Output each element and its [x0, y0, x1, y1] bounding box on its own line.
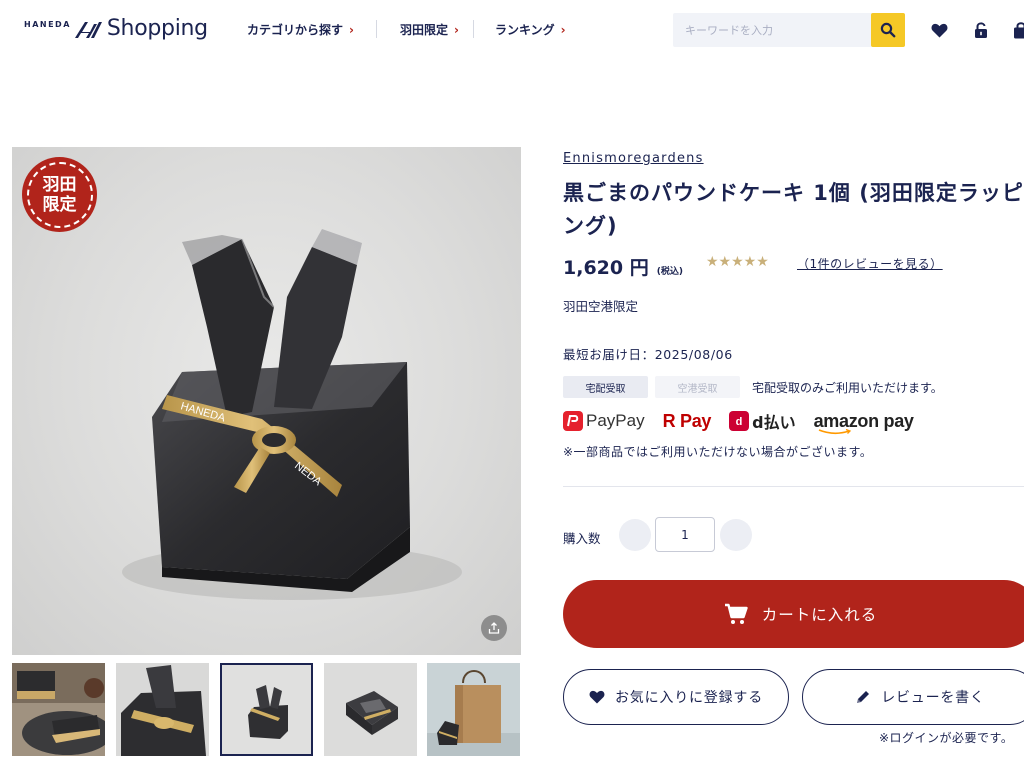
home-delivery-tag: 宅配受取: [563, 376, 648, 398]
review-link[interactable]: （1件のレビューを見る）: [797, 255, 943, 272]
d-barai-label: d払い: [752, 413, 796, 432]
nav-divider: [473, 20, 474, 38]
thumbnail-1[interactable]: [12, 663, 105, 756]
delivery-note: 宅配受取のみご利用いただけます。: [752, 381, 943, 395]
nav-category[interactable]: カテゴリから探す ›: [247, 21, 354, 38]
amazon-smile-icon: [818, 428, 851, 434]
search-icon: [880, 22, 896, 38]
wrapped-package-photo-icon: [220, 663, 313, 756]
chevron-right-icon: ›: [454, 22, 459, 37]
search-box: [673, 13, 905, 47]
search-input[interactable]: [673, 13, 869, 47]
chevron-right-icon: ›: [349, 22, 354, 37]
share-icon: [488, 622, 500, 634]
share-button[interactable]: [481, 615, 507, 641]
brand-link[interactable]: Ennismoregardens: [563, 151, 704, 166]
favorites-button[interactable]: [928, 19, 950, 41]
thumbnail-3[interactable]: [220, 663, 313, 756]
payment-note: ※一部商品ではご利用いただけない場合がございます。: [563, 445, 873, 459]
heart-icon: [931, 23, 947, 37]
search-button[interactable]: [871, 13, 905, 47]
payment-methods: PayPay R Pay d d払い amazon pay: [563, 408, 932, 434]
logo-haneda-text: HANEDA: [24, 20, 71, 29]
badge-text: 羽田限定: [42, 174, 77, 215]
pencil-icon: [857, 691, 870, 703]
delivery-date: 最短お届け日：2025/08/06: [563, 347, 733, 362]
add-to-cart-label: カートに入れる: [761, 606, 878, 624]
haneda-limited-badge: 羽田限定: [22, 157, 97, 232]
d-barai-icon: d: [729, 411, 750, 431]
price-row: 1,620 円 (税込): [563, 253, 683, 280]
nav-ranking-label: ランキング: [495, 23, 555, 37]
quantity-label: 購入数: [563, 531, 601, 546]
cake-slice-photo-icon: [12, 663, 105, 756]
amazon-pay-logo: amazon pay: [814, 411, 914, 434]
wrapped-cake-photo: HANEDA NEDA: [122, 229, 462, 600]
site-logo[interactable]: HANEDA Shopping: [24, 16, 208, 41]
open-package-photo-icon: [324, 663, 417, 756]
quantity-decrement-button[interactable]: [619, 519, 651, 551]
add-to-cart-button[interactable]: カートに入れる: [563, 580, 1024, 648]
write-review-label: レビューを書く: [881, 690, 985, 706]
product-price: 1,620 円: [563, 257, 649, 279]
shopping-bag-photo-icon: [427, 663, 520, 756]
unlock-icon: [975, 21, 987, 38]
paypay-logo: PayPay: [563, 411, 645, 431]
nav-divider: [376, 20, 377, 38]
wrapped-package-photo-icon: [116, 663, 209, 756]
rakuten-pay-label: R Pay: [662, 410, 712, 431]
rakuten-pay-logo: R Pay: [663, 411, 712, 432]
nav-ranking[interactable]: ランキング ›: [495, 21, 566, 38]
write-review-button[interactable]: レビューを書く: [802, 669, 1024, 725]
add-favorite-button[interactable]: お気に入りに登録する: [563, 669, 789, 725]
badge-ring: 羽田限定: [26, 161, 93, 228]
airport-limited-label: 羽田空港限定: [563, 299, 639, 314]
bag-icon: [1014, 21, 1024, 38]
quantity-input[interactable]: [655, 517, 715, 552]
paypay-icon: [563, 411, 583, 431]
login-button[interactable]: [970, 19, 992, 41]
quantity-increment-button[interactable]: [720, 519, 752, 551]
haneda-mark-icon: [74, 21, 102, 38]
product-main-image[interactable]: HANEDA NEDA 羽田限定: [12, 147, 521, 655]
airport-pickup-tag: 空港受取: [655, 376, 740, 398]
rating-stars: ★★★★★: [706, 254, 769, 270]
tax-label: (税込): [656, 267, 683, 277]
heart-icon: [589, 690, 605, 704]
nav-haneda-limited-label: 羽田限定: [400, 23, 449, 37]
cart-icon: [724, 603, 748, 624]
thumbnail-2[interactable]: [116, 663, 209, 756]
d-barai-logo: d d払い: [729, 409, 796, 433]
product-title: 黒ごまのパウンドケーキ 1個 (羽田限定ラッピング): [563, 181, 1024, 238]
thumbnail-4[interactable]: [324, 663, 417, 756]
cart-button[interactable]: [1010, 19, 1024, 41]
site-header: HANEDA Shopping カテゴリから探す › 羽田限定 › ランキング …: [0, 0, 1024, 60]
login-required-note: ※ログインが必要です。: [879, 731, 1014, 745]
nav-haneda-limited[interactable]: 羽田限定 ›: [400, 21, 459, 38]
svg-text:d: d: [736, 416, 743, 428]
logo-shopping-text: Shopping: [106, 16, 208, 41]
chevron-right-icon: ›: [560, 22, 566, 37]
add-favorite-label: お気に入りに登録する: [615, 690, 763, 706]
section-divider: [563, 486, 1024, 487]
paypay-label: PayPay: [586, 411, 645, 430]
nav-category-label: カテゴリから探す: [247, 23, 344, 37]
thumbnail-5[interactable]: [427, 663, 520, 756]
